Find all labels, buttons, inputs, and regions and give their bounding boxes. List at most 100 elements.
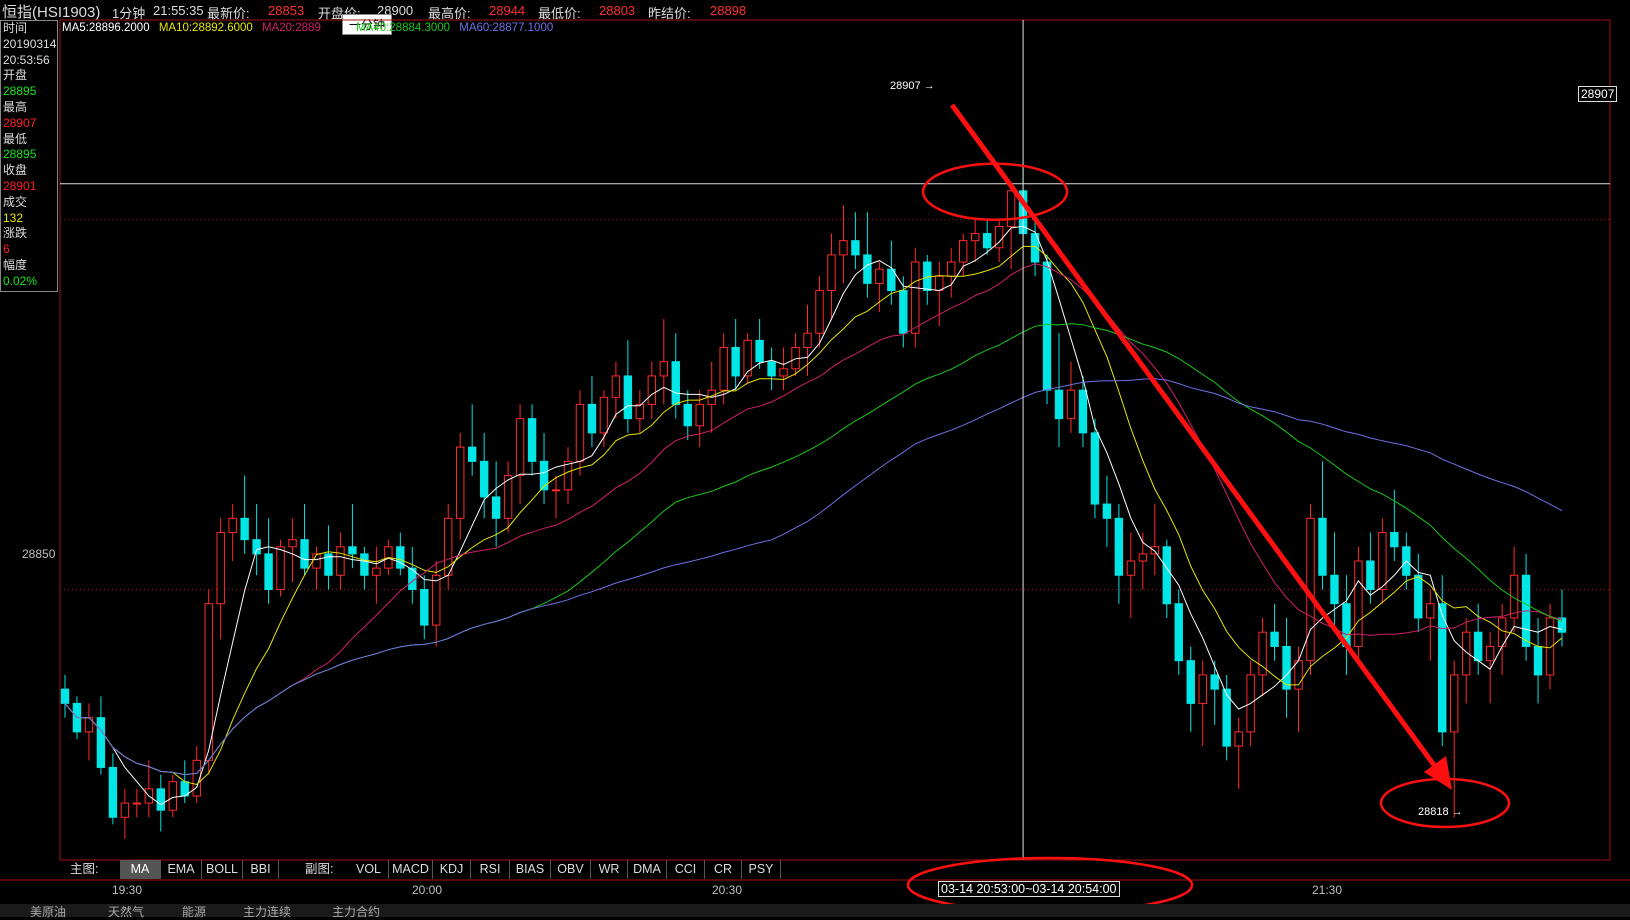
tab-vol[interactable]: VOL	[349, 860, 389, 879]
candle-body	[1390, 532, 1399, 548]
candle-body	[803, 332, 812, 348]
candle-body	[947, 261, 956, 277]
candle-body	[1126, 560, 1136, 576]
info-time-label: 时间	[3, 21, 28, 35]
trend-arrow-line	[949, 103, 1445, 778]
candle-body	[252, 539, 261, 555]
info-time: 20:53:56	[3, 52, 50, 67]
tab-macd[interactable]: MACD	[389, 860, 433, 879]
candle-body	[348, 546, 357, 555]
candle-body	[899, 290, 908, 334]
info-high-label: 最高	[3, 99, 28, 114]
candle-body	[300, 539, 309, 569]
candle-body	[432, 574, 441, 626]
candle-body	[372, 567, 381, 576]
candle-body	[240, 517, 249, 541]
ma60-legend: MA60:28877.1000	[459, 22, 554, 34]
candle-body	[623, 375, 633, 420]
candle-body	[958, 240, 968, 263]
ma5-line	[64, 225, 1563, 806]
candle-body	[455, 446, 465, 519]
candle-body	[1414, 574, 1423, 619]
candle-body	[875, 268, 884, 284]
candle-body	[120, 802, 130, 818]
candle-body	[587, 403, 597, 434]
candle-body	[108, 766, 118, 818]
info-change: 6	[3, 242, 10, 257]
candle-body	[695, 403, 704, 427]
market-tab[interactable]: 天然气	[108, 903, 144, 920]
tab-boll[interactable]: BOLL	[202, 860, 243, 879]
tab-kdj[interactable]: KDJ	[433, 860, 471, 879]
candle-body	[982, 233, 992, 249]
candle-body	[467, 446, 477, 462]
info-open-label: 开盘	[3, 68, 28, 83]
candle-body	[815, 290, 824, 334]
info-high: 28907	[3, 115, 37, 130]
tab-dma[interactable]: DMA	[628, 860, 667, 879]
info-open: 28895	[3, 84, 37, 99]
ma-legend: MA5:28896.2000 MA10:28892.6000 MA20:2889…	[62, 22, 559, 34]
candle-body	[575, 403, 585, 462]
tab-cci[interactable]: CCI	[667, 860, 705, 879]
candle-body	[767, 361, 776, 377]
candle-body	[1450, 674, 1459, 733]
candle-body	[515, 418, 525, 477]
candle-body	[216, 532, 225, 605]
candle-body	[1066, 389, 1076, 420]
info-amp-label: 幅度	[3, 257, 28, 272]
candle-body	[683, 403, 692, 427]
candle-body	[491, 496, 501, 519]
info-change-label: 涨跌	[3, 226, 28, 241]
ma20-legend: MA20:2889	[262, 22, 321, 34]
candle-body	[264, 553, 273, 590]
market-tab[interactable]: 美原油	[30, 903, 66, 920]
candle-body	[635, 403, 645, 420]
candle-body	[312, 553, 321, 569]
main-indicator-label: 主图:	[70, 862, 99, 876]
tab-wr[interactable]: WR	[591, 860, 628, 879]
trough-value: 28818	[1418, 806, 1449, 818]
candle-body	[551, 489, 561, 492]
x-tick-label: 19:30	[112, 883, 143, 897]
candle-body	[731, 346, 740, 377]
candle-body	[1533, 645, 1543, 676]
candle-body	[827, 254, 836, 292]
candle-body	[1162, 546, 1172, 605]
tab-bias[interactable]: BIAS	[510, 860, 551, 879]
candle-body	[276, 546, 285, 590]
candle-body	[60, 688, 70, 704]
candle-body	[1174, 603, 1183, 662]
market-tab[interactable]: 主力合约	[332, 903, 380, 920]
ma20-line	[64, 263, 1563, 776]
candle-body	[1210, 674, 1219, 690]
candle-body	[779, 368, 788, 377]
candle-body	[1426, 603, 1435, 619]
candle-body	[1366, 560, 1375, 590]
tab-bbi[interactable]: BBI	[243, 860, 279, 879]
candle-body	[1330, 574, 1339, 605]
candle-body	[168, 781, 177, 811]
tab-obv[interactable]: OBV	[551, 860, 591, 879]
candlestick-chart[interactable]	[0, 0, 1630, 917]
tab-cr[interactable]: CR	[705, 860, 742, 879]
info-amp: 0.02%	[3, 273, 38, 288]
ma10-line	[64, 245, 1563, 786]
candle-body	[1186, 660, 1195, 704]
candle-body	[1485, 645, 1495, 662]
tab-ema[interactable]: EMA	[161, 860, 202, 879]
market-tab[interactable]: 能源	[182, 903, 206, 920]
candle-body	[396, 546, 405, 569]
tab-rsi[interactable]: RSI	[471, 860, 510, 879]
candle-body	[1090, 432, 1100, 505]
candle-body	[1378, 532, 1387, 590]
tab-psy[interactable]: PSY	[742, 860, 781, 879]
candle-body	[360, 553, 369, 576]
market-tab[interactable]: 主力连续	[243, 903, 291, 920]
candle-body	[527, 418, 537, 462]
candle-body	[1114, 517, 1124, 576]
info-volume: 132	[3, 210, 24, 225]
tab-ma[interactable]: MA	[120, 860, 161, 879]
candle-body	[1318, 517, 1327, 576]
x-tick-label: 21:30	[1312, 883, 1343, 897]
